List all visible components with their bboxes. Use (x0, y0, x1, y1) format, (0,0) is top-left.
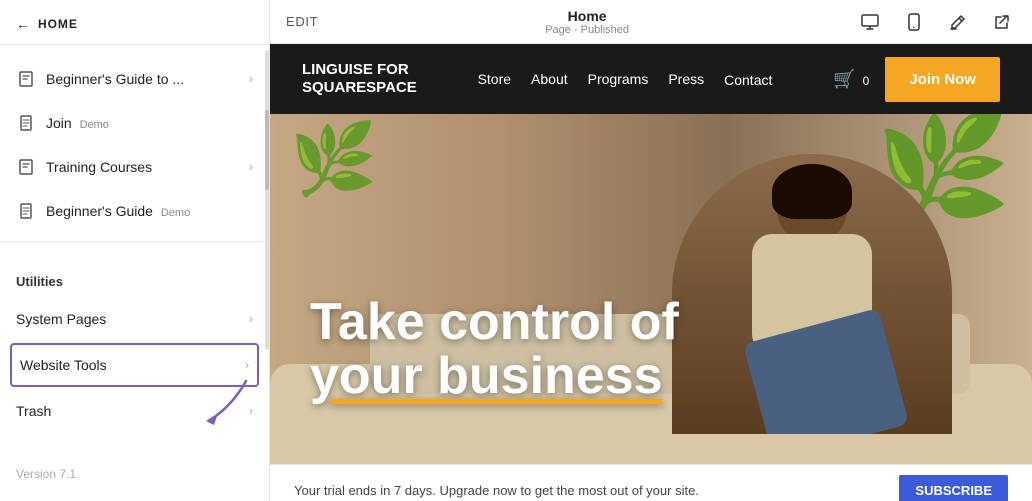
page-title: Home (545, 8, 629, 24)
mobile-view-icon[interactable] (900, 8, 928, 36)
nav-link-about[interactable]: About (531, 71, 568, 87)
chevron-right-icon: › (245, 358, 249, 372)
sidebar-scroll: Beginner's Guide to ... › Join Demo Trai… (0, 45, 269, 501)
back-arrow-icon: ← (16, 16, 30, 32)
sidebar-item-label: Join Demo (46, 115, 253, 131)
sidebar-item-label: Website Tools (20, 357, 235, 373)
preview-area: LINGUISE FOR SQUARESPACE Store About Pro… (270, 44, 1032, 501)
nav-right: 🛒 0 Join Now (833, 57, 1000, 102)
utilities-section-label: Utilities (0, 258, 269, 297)
edit-label: EDIT (286, 14, 318, 29)
nav-link-press[interactable]: Press (668, 71, 704, 87)
page-icon (16, 201, 36, 221)
cart-count: 0 (863, 74, 870, 88)
topbar-actions (856, 8, 1016, 36)
chevron-right-icon: › (249, 160, 253, 174)
sidebar-item-training-courses[interactable]: Training Courses › (0, 145, 269, 189)
sidebar: ← HOME Beginner's Guide to ... › (0, 0, 270, 501)
nav-link-contact[interactable]: Contact (724, 72, 772, 88)
page-info: Home Page · Published (545, 8, 629, 36)
bookmark-icon (16, 157, 36, 177)
hero-background: 🌿 🌿 Take control of (270, 114, 1032, 464)
page-status: Page · Published (545, 24, 629, 36)
edit-design-icon[interactable] (944, 8, 972, 36)
scrollbar-thumb (265, 110, 269, 190)
subscribe-button[interactable]: SUBSCRIBE (899, 475, 1008, 501)
page-icon (16, 113, 36, 133)
topbar: EDIT Home Page · Published (270, 0, 1032, 44)
sidebar-item-label: Trash (16, 403, 239, 419)
desktop-view-icon[interactable] (856, 8, 884, 36)
sidebar-item-system-pages[interactable]: System Pages › (0, 297, 269, 341)
chevron-right-icon: › (249, 312, 253, 326)
sidebar-item-label: Training Courses (46, 159, 239, 175)
utilities-section: Utilities System Pages › Website Tools ›… (0, 250, 269, 433)
sidebar-item-website-tools[interactable]: Website Tools › (10, 343, 259, 387)
hero-text: Take control of your business (310, 295, 679, 404)
sidebar-item-label: Beginner's Guide Demo (46, 203, 253, 219)
website-nav: LINGUISE FOR SQUARESPACE Store About Pro… (270, 44, 1032, 114)
brand-name: LINGUISE FOR SQUARESPACE (302, 61, 417, 97)
external-link-icon[interactable] (988, 8, 1016, 36)
sidebar-item-beginners-guide-1[interactable]: Beginner's Guide to ... › (0, 57, 269, 101)
join-now-button[interactable]: Join Now (885, 57, 1000, 102)
sidebar-item-beginners-guide-demo[interactable]: Beginner's Guide Demo (0, 189, 269, 233)
nav-link-programs[interactable]: Programs (588, 71, 649, 87)
sidebar-item-label: System Pages (16, 311, 239, 327)
version-label: Version 7.1 (0, 455, 92, 493)
nav-link-store[interactable]: Store (478, 71, 511, 87)
sidebar-item-label: Beginner's Guide to ... (46, 71, 239, 87)
bookmark-icon (16, 69, 36, 89)
cart-icon[interactable]: 🛒 0 (833, 69, 869, 90)
hero-headline: Take control of your business (310, 295, 679, 404)
divider (0, 241, 269, 242)
sidebar-scrollbar[interactable] (265, 50, 269, 350)
nav-links: Store About Programs Press Contact (478, 70, 773, 88)
sidebar-item-trash[interactable]: Trash › (0, 389, 269, 433)
hero-section: 🌿 🌿 Take control of (270, 114, 1032, 464)
bottom-bar: Your trial ends in 7 days. Upgrade now t… (270, 464, 1032, 501)
chevron-right-icon: › (249, 404, 253, 418)
sidebar-item-join-demo[interactable]: Join Demo (0, 101, 269, 145)
home-label: HOME (38, 17, 78, 31)
chevron-right-icon: › (249, 72, 253, 86)
plant-left-icon: 🌿 (290, 124, 377, 194)
main-content: EDIT Home Page · Published (270, 0, 1032, 501)
trial-text: Your trial ends in 7 days. Upgrade now t… (294, 483, 699, 498)
sidebar-header[interactable]: ← HOME (0, 0, 269, 45)
